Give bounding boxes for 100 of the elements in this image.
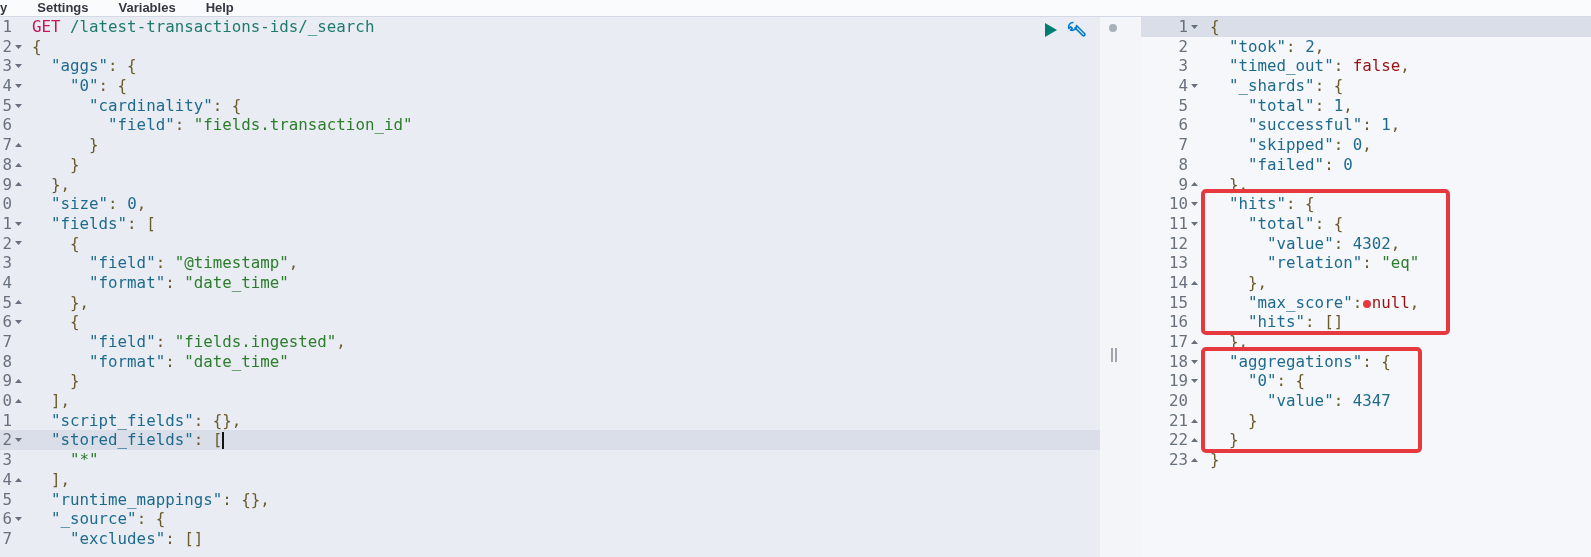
- line-number: 3: [1, 56, 12, 77]
- caret-up-icon[interactable]: [1190, 280, 1198, 285]
- caret-up-icon[interactable]: [14, 477, 22, 482]
- caret-up-icon[interactable]: [1190, 438, 1198, 443]
- caret-up-icon[interactable]: [14, 162, 22, 167]
- line-number: 5: [1, 292, 12, 313]
- code-line: "format": "date_time": [88, 272, 289, 293]
- code-line: {: [69, 312, 80, 332]
- line-number: 13: [1167, 253, 1188, 273]
- line-number: 6: [1, 115, 12, 136]
- caret-down-icon[interactable]: [14, 221, 22, 226]
- line-number: 20: [1167, 391, 1188, 411]
- line-number: 0: [1, 194, 12, 214]
- caret-down-icon[interactable]: [14, 438, 22, 443]
- caret-up-icon[interactable]: [14, 398, 22, 403]
- caret-down-icon[interactable]: [1190, 379, 1198, 384]
- caret-down-icon[interactable]: [1190, 24, 1198, 29]
- line-number: 8: [1, 351, 12, 372]
- caret-down-icon[interactable]: [14, 517, 22, 522]
- caret-down-icon[interactable]: [14, 241, 22, 246]
- code-line: "total": {: [1247, 213, 1344, 234]
- line-number: 6: [1, 509, 12, 529]
- line-number: 6: [1, 312, 12, 332]
- code-line: "fields": [: [50, 213, 156, 234]
- code-line: "aggs": {: [50, 56, 137, 77]
- line-number: 19: [1167, 371, 1188, 392]
- line-number: 7: [1, 528, 12, 549]
- status-dot-icon: [1109, 24, 1117, 32]
- code-line: "*": [69, 450, 99, 470]
- code-line: }: [1247, 410, 1258, 431]
- caret-down-icon[interactable]: [14, 64, 22, 69]
- caret-down-icon[interactable]: [14, 103, 22, 108]
- code-line: "value": 4302,: [1266, 233, 1401, 254]
- code-line: "script_fields": {},: [50, 410, 242, 431]
- line-number: 21: [1167, 410, 1188, 431]
- line-number: 7: [1, 332, 12, 352]
- menu-item[interactable]: Help: [205, 0, 234, 16]
- caret-down-icon[interactable]: [14, 44, 22, 49]
- menu-item[interactable]: y: [0, 0, 8, 16]
- caret-up-icon[interactable]: [1190, 339, 1198, 344]
- code-line: "total": 1,: [1247, 95, 1353, 116]
- line-number: 6: [1177, 115, 1188, 136]
- code-line: "size": 0,: [50, 194, 147, 214]
- caret-down-icon[interactable]: [1190, 202, 1198, 207]
- wrench-icon[interactable]: [1066, 20, 1086, 40]
- caret-up-icon[interactable]: [1190, 457, 1198, 462]
- caret-down-icon[interactable]: [1190, 221, 1198, 226]
- line-number: 5: [1177, 95, 1188, 116]
- menu-item[interactable]: Settings: [37, 0, 89, 16]
- code-line: "field": "fields.transaction_id": [107, 115, 413, 136]
- line-number: 5: [1, 95, 12, 116]
- play-icon[interactable]: [1044, 22, 1058, 38]
- code-line: "stored_fields": [: [50, 430, 225, 451]
- caret-down-icon[interactable]: [1190, 359, 1198, 364]
- caret-up-icon[interactable]: [14, 142, 22, 147]
- caret-up-icon[interactable]: [1190, 418, 1198, 423]
- caret-up-icon[interactable]: [14, 182, 22, 187]
- code-line: "max_score": null,: [1247, 292, 1420, 313]
- code-line: "_shards": {: [1228, 76, 1344, 96]
- line-number: 1: [1, 213, 12, 234]
- code-line: {: [69, 233, 80, 254]
- code-line: "failed": 0: [1247, 154, 1353, 175]
- code-line: "cardinality": {: [88, 95, 242, 116]
- resize-handle[interactable]: [1111, 348, 1117, 362]
- code-line: ],: [50, 391, 71, 411]
- line-number: 23: [1167, 450, 1188, 470]
- caret-up-icon[interactable]: [14, 379, 22, 384]
- code-line: {: [1210, 17, 1220, 37]
- code-line: "hits": {: [1228, 194, 1315, 214]
- code-line: "skipped": 0,: [1247, 135, 1372, 155]
- caret-down-icon[interactable]: [1190, 83, 1198, 88]
- line-number: 17: [1167, 332, 1188, 352]
- code-line: "relation": "eq": [1266, 253, 1420, 273]
- code-line: "_source": {: [50, 509, 166, 529]
- line-number: 2: [1177, 36, 1188, 57]
- line-number: 4: [1177, 76, 1188, 96]
- caret-up-icon[interactable]: [14, 300, 22, 305]
- code-line: }: [69, 154, 80, 175]
- caret-down-icon[interactable]: [14, 320, 22, 325]
- code-line: "timed_out": false,: [1228, 56, 1410, 77]
- line-number: 3: [1, 253, 12, 273]
- menu-item[interactable]: Variables: [118, 0, 176, 16]
- code-line: GET /latest-transactions-ids/_search: [32, 17, 375, 37]
- line-number: 3: [1, 450, 12, 470]
- code-line: "took": 2,: [1228, 36, 1325, 57]
- line-number: 1: [1, 17, 12, 37]
- caret-down-icon[interactable]: [14, 83, 22, 88]
- caret-up-icon[interactable]: [1190, 182, 1198, 187]
- code-line: "field": "fields.ingested",: [88, 332, 346, 352]
- line-number: 7: [1, 135, 12, 155]
- code-line: "successful": 1,: [1247, 115, 1401, 136]
- line-number: 9: [1177, 174, 1188, 195]
- line-number: 7: [1177, 135, 1188, 155]
- line-number: 9: [1, 371, 12, 392]
- line-number: 4: [1, 76, 12, 96]
- code-line: },: [1247, 272, 1268, 293]
- line-number: 10: [1167, 194, 1188, 214]
- line-number: 5: [1, 489, 12, 510]
- line-number: 14: [1167, 272, 1188, 293]
- line-number: 8: [1177, 154, 1188, 175]
